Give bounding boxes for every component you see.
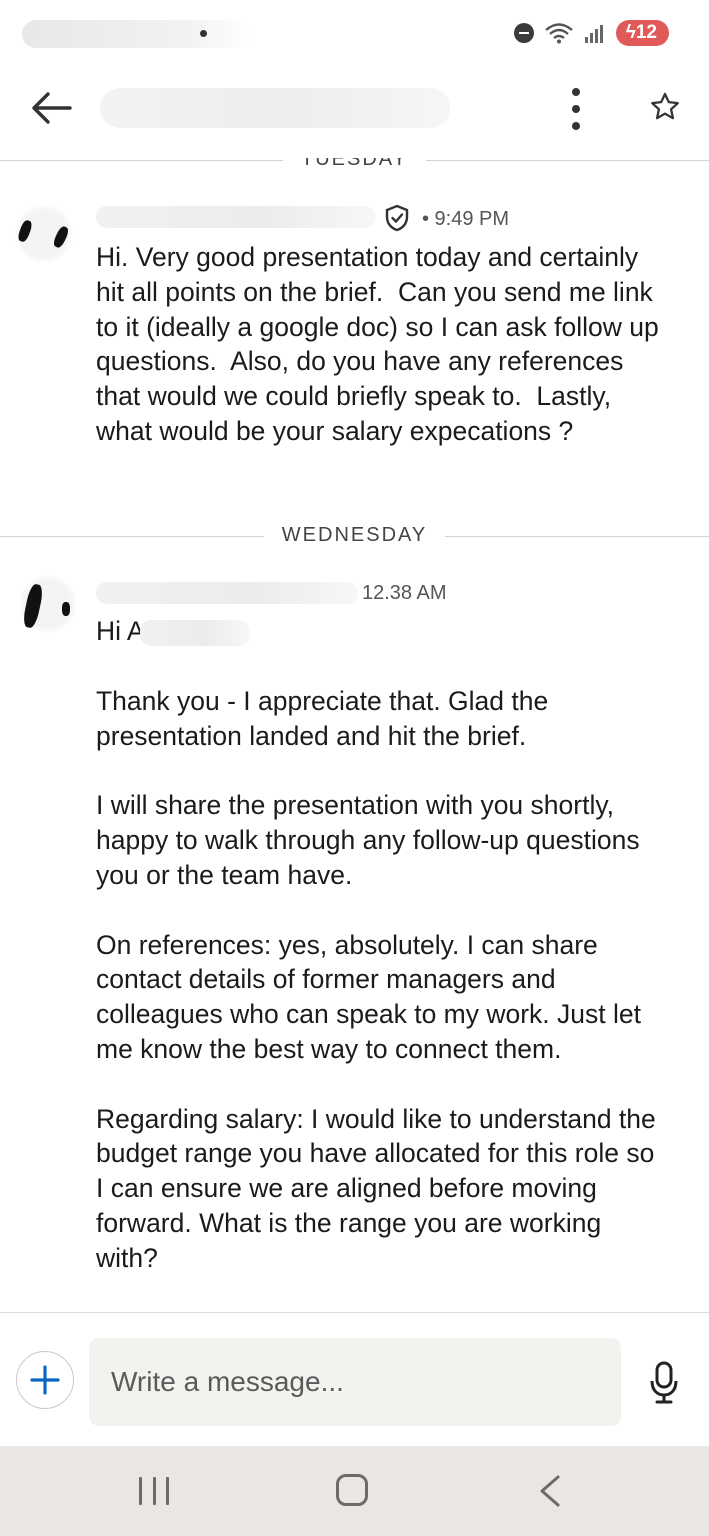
- star-button[interactable]: [648, 90, 682, 124]
- message-composer: [0, 1312, 709, 1446]
- plus-icon: [30, 1365, 60, 1395]
- sender-avatar[interactable]: [18, 574, 78, 634]
- sender-name-redacted[interactable]: [96, 206, 376, 228]
- back-button[interactable]: [26, 86, 76, 130]
- recent-apps-icon: [152, 1477, 156, 1505]
- microphone-icon: [650, 1361, 678, 1404]
- voice-message-button[interactable]: [648, 1361, 680, 1405]
- battery-indicator: ϟ12: [615, 20, 669, 46]
- day-divider: WEDNESDAY: [0, 524, 709, 552]
- day-divider-label: TUESDAY: [0, 158, 709, 171]
- avatar-image: [62, 602, 70, 616]
- status-bar: ϟ12: [0, 0, 709, 62]
- home-button[interactable]: [336, 1474, 368, 1506]
- back-chevron-icon[interactable]: [536, 1474, 564, 1508]
- avatar-image: [16, 218, 34, 244]
- system-navigation-bar: [0, 1446, 709, 1536]
- message-body: Hi. Very good presentation today and cer…: [96, 242, 667, 446]
- message-body: Thank you - I appreciate that. Glad the …: [96, 686, 656, 1273]
- wifi-icon: [545, 23, 573, 44]
- more-options-button[interactable]: [560, 84, 592, 134]
- star-outline-icon: [651, 92, 679, 120]
- notification-dot: [200, 30, 207, 37]
- message-timestamp: • 9:49 PM: [422, 208, 510, 230]
- vertical-dots-icon: [572, 105, 580, 113]
- sender-avatar[interactable]: [14, 204, 74, 264]
- vertical-dots-icon: [572, 122, 580, 130]
- recent-apps-icon: [139, 1477, 142, 1505]
- status-notifications-redacted: [22, 20, 252, 48]
- battery-bolt-icon: ϟ: [625, 22, 636, 43]
- greeting-name-redacted: [140, 620, 250, 646]
- message-thread[interactable]: TUESDAY • 9:49 PM Hi. Very good presenta…: [0, 158, 709, 1312]
- attach-button[interactable]: [16, 1351, 74, 1409]
- battery-level: 12: [635, 22, 657, 43]
- recent-apps-icon: [166, 1477, 169, 1505]
- day-divider-label: WEDNESDAY: [0, 524, 709, 547]
- recent-apps-button[interactable]: [139, 1477, 169, 1507]
- avatar-image: [21, 583, 45, 629]
- day-divider: TUESDAY: [0, 158, 709, 176]
- status-icons: ϟ12: [513, 20, 669, 46]
- message-input[interactable]: [89, 1338, 621, 1426]
- arrow-left-icon: [32, 92, 72, 124]
- sender-name-redacted[interactable]: [96, 582, 358, 604]
- vertical-dots-icon: [572, 88, 580, 96]
- contact-name-redacted[interactable]: [100, 88, 450, 128]
- avatar-image: [51, 224, 71, 250]
- shield-check-icon: [385, 204, 409, 232]
- signal-bars-icon: [584, 25, 603, 43]
- message-timestamp: 12.38 AM: [362, 582, 447, 604]
- conversation-header: [0, 62, 709, 158]
- do-not-disturb-icon: [513, 23, 534, 43]
